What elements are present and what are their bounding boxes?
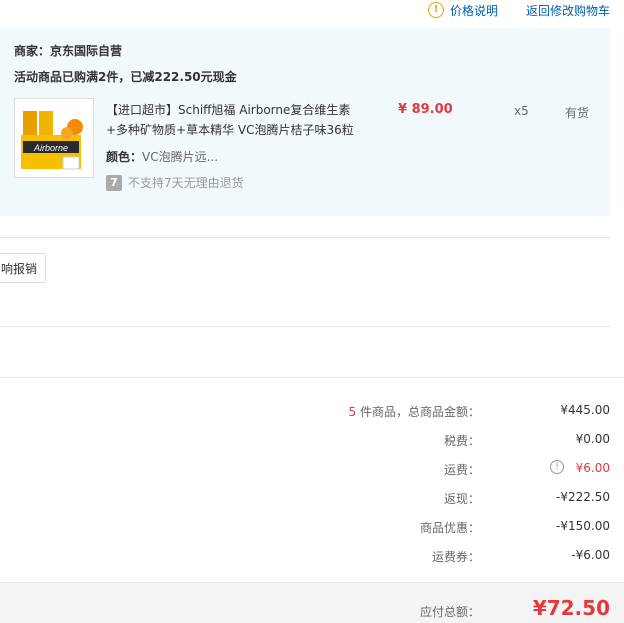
summary-tax: 税费： ¥0.00 <box>310 432 610 452</box>
payable-total-bar: 应付总额： ¥72.50 <box>0 582 624 623</box>
discount-value: -¥150.00 <box>556 519 610 533</box>
shipping-label: 运费： <box>443 463 480 477</box>
summary-shipping: 运费： ! ¥6.00 <box>310 460 610 481</box>
product-price: ¥ 89.00 <box>398 102 453 117</box>
goods-total-value: ¥445.00 <box>560 403 610 417</box>
report-button[interactable]: 响报销 <box>0 253 46 283</box>
stock-status: 有货 <box>565 106 590 120</box>
price-help-label: 价格说明 <box>449 3 498 18</box>
summary-goods-total: 5 件商品，总商品金额： ¥445.00 <box>310 403 610 423</box>
divider <box>0 377 624 378</box>
tax-value: ¥0.00 <box>575 432 610 446</box>
promo-text: 活动商品已购满2件，已减222.50元现金 <box>14 70 237 84</box>
goods-total-label: 件商品，总商品金额： <box>356 405 480 419</box>
merchant-name: 商家：京东国际自营 <box>14 44 123 58</box>
shipping-value: ¥6.00 <box>575 461 610 475</box>
rebate-value: -¥222.50 <box>556 490 610 504</box>
price-help-link[interactable]: ! 价格说明 <box>427 2 498 19</box>
shipping-coupon-value: -¥6.00 <box>571 548 610 562</box>
summary-discount: 商品优惠： -¥150.00 <box>310 519 610 539</box>
product-title[interactable]: 【进口超市】Schiff旭福 Airborne复合维生素+多种矿物质+草本精华 … <box>106 100 356 140</box>
product-image-text: Airborne <box>33 143 68 153</box>
payable-label: 应付总额： <box>419 605 480 619</box>
divider <box>0 326 610 327</box>
return-note-text: 不支持7天无理由退货 <box>128 176 244 190</box>
warning-icon: ! <box>427 2 444 18</box>
tax-label: 税费： <box>443 434 480 448</box>
color-value: VC泡腾片远... <box>142 150 219 164</box>
summary-shipping-coupon: 运费券： -¥6.00 <box>310 548 610 568</box>
shipping-coupon-label: 运费券： <box>431 550 480 564</box>
divider <box>0 237 610 238</box>
back-to-cart-link[interactable]: 返回修改购物车 <box>526 2 610 19</box>
top-links: ! 价格说明 返回修改购物车 <box>427 0 610 20</box>
summary-rebate: 返现： -¥222.50 <box>310 490 610 510</box>
product-image-icon: Airborne <box>15 99 93 177</box>
shipping-info-icon[interactable]: ! <box>550 460 564 474</box>
product-color: 颜色：VC泡腾片远... <box>106 148 218 165</box>
product-quantity: x5 <box>514 104 529 118</box>
color-label: 颜色： <box>106 150 143 164</box>
rebate-label: 返现： <box>443 492 480 506</box>
discount-label: 商品优惠： <box>419 521 480 535</box>
product-thumbnail[interactable]: Airborne <box>14 98 94 178</box>
payable-value: ¥72.50 <box>532 596 610 620</box>
return-policy-note: 7 不支持7天无理由退货 <box>106 174 244 191</box>
seven-day-return-icon: 7 <box>106 174 122 191</box>
shop-block: 商家：京东国际自营 活动商品已购满2件，已减222.50元现金 Airborne… <box>0 28 610 216</box>
